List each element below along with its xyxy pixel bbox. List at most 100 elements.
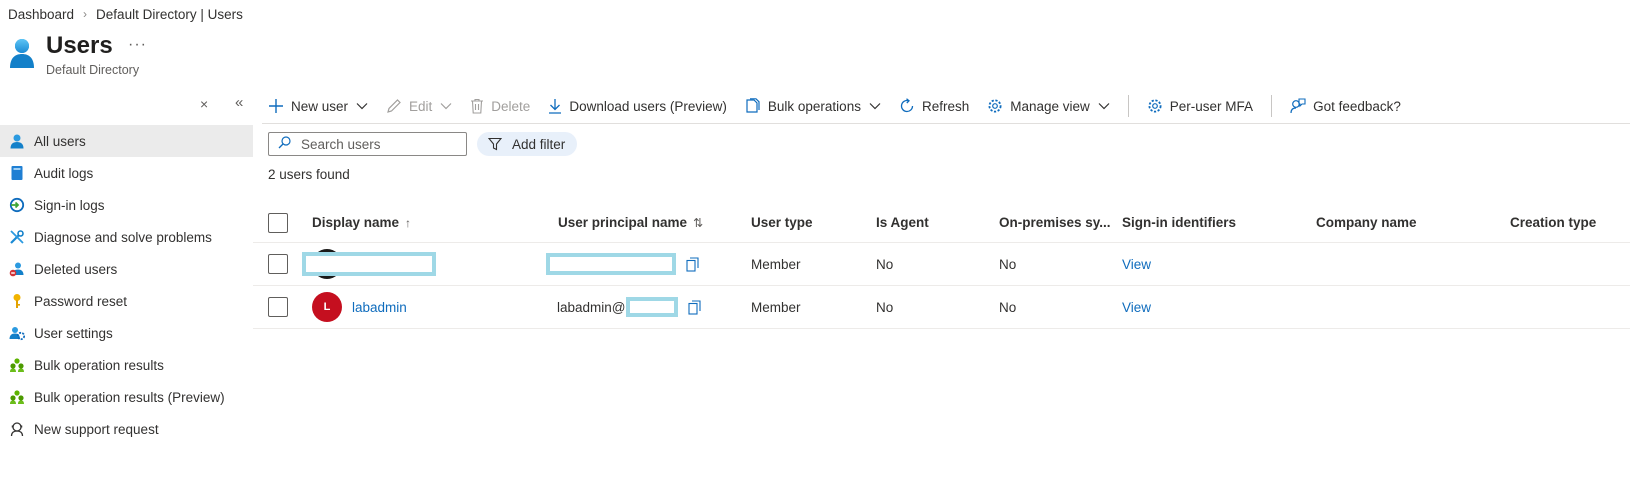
- row-checkbox[interactable]: [268, 297, 288, 317]
- toolbar-divider-line: [262, 123, 1630, 124]
- signin-icon: [8, 196, 26, 214]
- sidebar-item-sign-in-logs[interactable]: Sign-in logs: [0, 189, 253, 221]
- deleted-user-icon: [8, 260, 26, 278]
- sidebar-item-deleted-users[interactable]: Deleted users: [0, 253, 253, 285]
- sort-ascending-icon: ↑: [405, 215, 412, 230]
- chevron-down-icon: [869, 102, 881, 110]
- feedback-button[interactable]: Got feedback?: [1290, 98, 1401, 114]
- sidebar-item-label: New support request: [34, 421, 159, 437]
- breadcrumb: Dashboard › Default Directory | Users: [8, 5, 243, 23]
- table-row[interactable]: L labadmin labadmin@ Member No No View: [253, 286, 1630, 329]
- sidebar-item-label: Sign-in logs: [34, 197, 105, 213]
- breadcrumb-dashboard[interactable]: Dashboard: [8, 7, 74, 22]
- row-checkbox[interactable]: [268, 254, 288, 274]
- sidebar-item-bulk-results-preview[interactable]: Bulk operation results (Preview): [0, 381, 253, 413]
- feedback-label: Got feedback?: [1313, 98, 1401, 114]
- sidebar-item-new-support-request[interactable]: New support request: [0, 413, 253, 445]
- column-label: User principal name: [558, 215, 688, 230]
- download-icon: [548, 98, 562, 114]
- bulk-operations-button[interactable]: Bulk operations: [745, 98, 881, 114]
- collapse-sidebar-icon[interactable]: «: [235, 94, 243, 111]
- support-icon: [8, 420, 26, 438]
- wrench-icon: [8, 228, 26, 246]
- book-icon: [8, 164, 26, 182]
- refresh-button[interactable]: Refresh: [899, 98, 969, 114]
- plus-icon: [268, 98, 284, 114]
- column-upn[interactable]: User principal name ⇅: [558, 203, 703, 242]
- sidebar-item-user-settings[interactable]: User settings: [0, 317, 253, 349]
- manage-view-label: Manage view: [1010, 98, 1090, 114]
- redacted-upn-domain: [625, 297, 678, 317]
- redacted-display-name: [302, 252, 436, 276]
- page-title: Users: [46, 32, 113, 59]
- column-sign-in-identifiers[interactable]: Sign-in identifiers: [1122, 203, 1236, 242]
- add-filter-button[interactable]: Add filter: [477, 132, 577, 156]
- sidebar-item-bulk-results[interactable]: Bulk operation results: [0, 349, 253, 381]
- sidebar-item-label: Password reset: [34, 293, 128, 309]
- toolbar-divider: [1271, 95, 1273, 117]
- column-display-name[interactable]: Display name ↑: [312, 203, 411, 242]
- view-sign-in-identifiers-link[interactable]: View: [1122, 286, 1151, 328]
- search-input[interactable]: [301, 136, 461, 152]
- display-name-link[interactable]: labadmin: [352, 300, 407, 315]
- delete-button[interactable]: Delete: [470, 98, 530, 114]
- chevron-down-icon: [356, 102, 368, 110]
- column-is-agent[interactable]: Is Agent: [876, 203, 929, 242]
- close-icon[interactable]: ×: [200, 96, 208, 112]
- view-sign-in-identifiers-link[interactable]: View: [1122, 243, 1151, 285]
- sidebar-item-label: Deleted users: [34, 261, 118, 277]
- column-creation-type[interactable]: Creation type: [1510, 203, 1596, 242]
- breadcrumb-users[interactable]: Default Directory | Users: [96, 7, 243, 22]
- refresh-label: Refresh: [921, 98, 970, 114]
- avatar-initial: L: [323, 301, 331, 313]
- refresh-icon: [899, 98, 915, 114]
- download-users-button[interactable]: Download users (Preview): [548, 98, 727, 114]
- breadcrumb-separator: ›: [83, 7, 88, 21]
- manage-view-button[interactable]: Manage view: [987, 98, 1110, 114]
- result-count: 2 users found: [268, 167, 350, 182]
- sidebar-item-audit-logs[interactable]: Audit logs: [0, 157, 253, 189]
- sidebar: All users Audit logs Sign-in logs Diagno…: [0, 125, 253, 445]
- sort-icon: ⇅: [693, 215, 704, 230]
- on-premises-sync: No: [999, 299, 1017, 315]
- more-options-icon[interactable]: ···: [128, 36, 147, 54]
- sidebar-item-label: Bulk operation results: [34, 357, 164, 373]
- on-premises-sync: No: [999, 256, 1017, 272]
- users-table: Display name ↑ User principal name ⇅ Use…: [253, 203, 1630, 329]
- sidebar-item-label: Diagnose and solve problems: [34, 229, 212, 245]
- feedback-icon: [1290, 98, 1306, 114]
- column-on-premises-sync[interactable]: On-premises sy...: [999, 203, 1111, 242]
- per-user-mfa-label: Per-user MFA: [1169, 98, 1254, 114]
- users-icon: [8, 36, 36, 70]
- sidebar-item-diagnose[interactable]: Diagnose and solve problems: [0, 221, 253, 253]
- column-user-type[interactable]: User type: [751, 203, 813, 242]
- sidebar-item-all-users[interactable]: All users: [0, 125, 253, 157]
- add-filter-label: Add filter: [512, 136, 566, 152]
- new-user-button[interactable]: New user: [268, 98, 368, 114]
- copy-icon[interactable]: [686, 256, 699, 272]
- edit-button[interactable]: Edit: [386, 98, 452, 114]
- user-type: Member: [751, 299, 801, 315]
- gear-icon: [987, 98, 1003, 114]
- search-icon: [278, 136, 291, 152]
- bulk-operations-label: Bulk operations: [767, 98, 861, 114]
- sidebar-item-label: User settings: [34, 325, 113, 341]
- is-agent: No: [876, 299, 894, 315]
- table-row[interactable]: Member No No View: [253, 243, 1630, 286]
- avatar: L: [312, 292, 342, 322]
- user-icon: [8, 132, 26, 150]
- per-user-mfa-button[interactable]: Per-user MFA: [1147, 98, 1253, 114]
- is-agent: No: [876, 256, 894, 272]
- key-icon: [8, 292, 26, 310]
- search-box: [268, 132, 467, 156]
- bulk-operations-icon: [745, 98, 761, 114]
- new-user-label: New user: [291, 98, 349, 114]
- pencil-icon: [386, 98, 402, 114]
- copy-icon[interactable]: [687, 299, 701, 315]
- column-company-name[interactable]: Company name: [1316, 203, 1417, 242]
- sidebar-item-password-reset[interactable]: Password reset: [0, 285, 253, 317]
- sidebar-item-label: Audit logs: [34, 165, 94, 181]
- select-all-checkbox[interactable]: [268, 212, 288, 233]
- download-users-label: Download users (Preview): [569, 98, 727, 114]
- user-gear-icon: [8, 324, 26, 342]
